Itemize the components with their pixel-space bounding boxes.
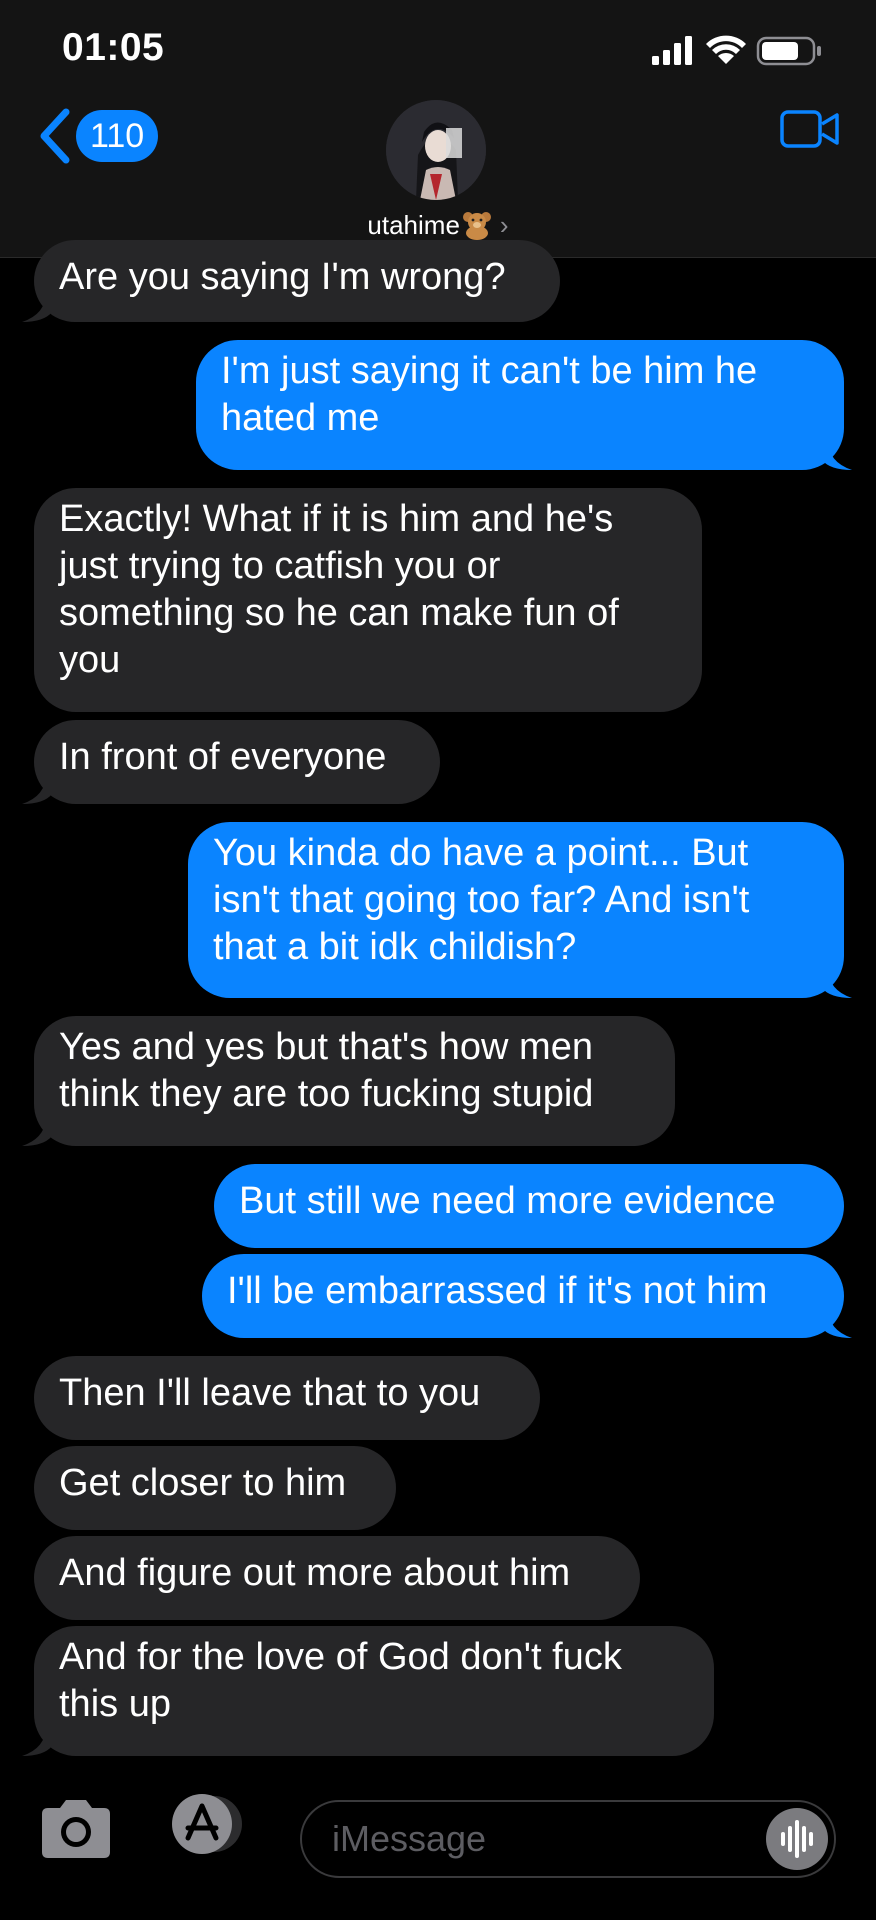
bubble-tail xyxy=(822,968,852,998)
unread-count-badge[interactable]: 110 xyxy=(76,110,159,162)
imessage-input[interactable]: iMessage xyxy=(300,1800,836,1878)
message-bubble-incoming[interactable]: Exactly! What if it is him and he's just… xyxy=(34,488,702,712)
teddy-bear-emoji-icon xyxy=(462,212,491,240)
avatar-image xyxy=(386,100,486,200)
message-bubble-incoming[interactable]: Then I'll leave that to you xyxy=(34,1356,540,1440)
signal-icon xyxy=(652,36,692,65)
contact-avatar[interactable] xyxy=(386,100,486,200)
message-bubble-incoming[interactable]: And figure out more about him xyxy=(34,1536,640,1620)
contact-name-row[interactable]: utahime › xyxy=(0,210,876,241)
contact-name: utahime xyxy=(367,210,460,240)
status-icons xyxy=(652,35,821,66)
message-bubble-outgoing[interactable]: I'll be embarrassed if it's not him xyxy=(202,1254,844,1338)
bubble-tail xyxy=(22,292,52,322)
message-bubble-incoming[interactable]: Get closer to him xyxy=(34,1446,396,1530)
bubble-tail xyxy=(822,440,852,470)
conversation-header: 01:05 110 utahime › xyxy=(0,0,876,258)
status-time: 01:05 xyxy=(62,26,165,69)
bubble-tail xyxy=(22,1116,52,1146)
message-bubble-outgoing[interactable]: But still we need more evidence xyxy=(214,1164,844,1248)
message-bubble-outgoing[interactable]: I'm just saying it can't be him he hated… xyxy=(196,340,844,470)
audio-waveform-icon xyxy=(781,1820,813,1858)
message-bubble-outgoing[interactable]: You kinda do have a point... But isn't t… xyxy=(188,822,844,998)
chevron-left-icon xyxy=(40,108,70,164)
audio-record-button[interactable] xyxy=(766,1808,828,1870)
bubble-tail xyxy=(22,1726,52,1756)
message-bubble-incoming[interactable]: And for the love of God don't fuck this … xyxy=(34,1626,714,1756)
bubble-tail xyxy=(822,1308,852,1338)
back-button[interactable]: 110 xyxy=(36,106,159,166)
video-camera-icon[interactable] xyxy=(780,108,840,150)
message-bubble-incoming[interactable]: Are you saying I'm wrong? xyxy=(34,240,560,322)
wifi-icon xyxy=(706,35,746,64)
app-store-icon[interactable] xyxy=(164,1792,252,1856)
input-placeholder: iMessage xyxy=(332,1818,487,1859)
message-bubble-incoming[interactable]: Yes and yes but that's how men think the… xyxy=(34,1016,675,1146)
camera-icon[interactable] xyxy=(38,1796,114,1860)
message-bubble-incoming[interactable]: In front of everyone xyxy=(34,720,440,804)
bubble-tail xyxy=(22,774,52,804)
chevron-right-icon: › xyxy=(499,210,509,240)
message-composer: iMessage xyxy=(0,1772,876,1920)
battery-icon xyxy=(756,36,821,66)
